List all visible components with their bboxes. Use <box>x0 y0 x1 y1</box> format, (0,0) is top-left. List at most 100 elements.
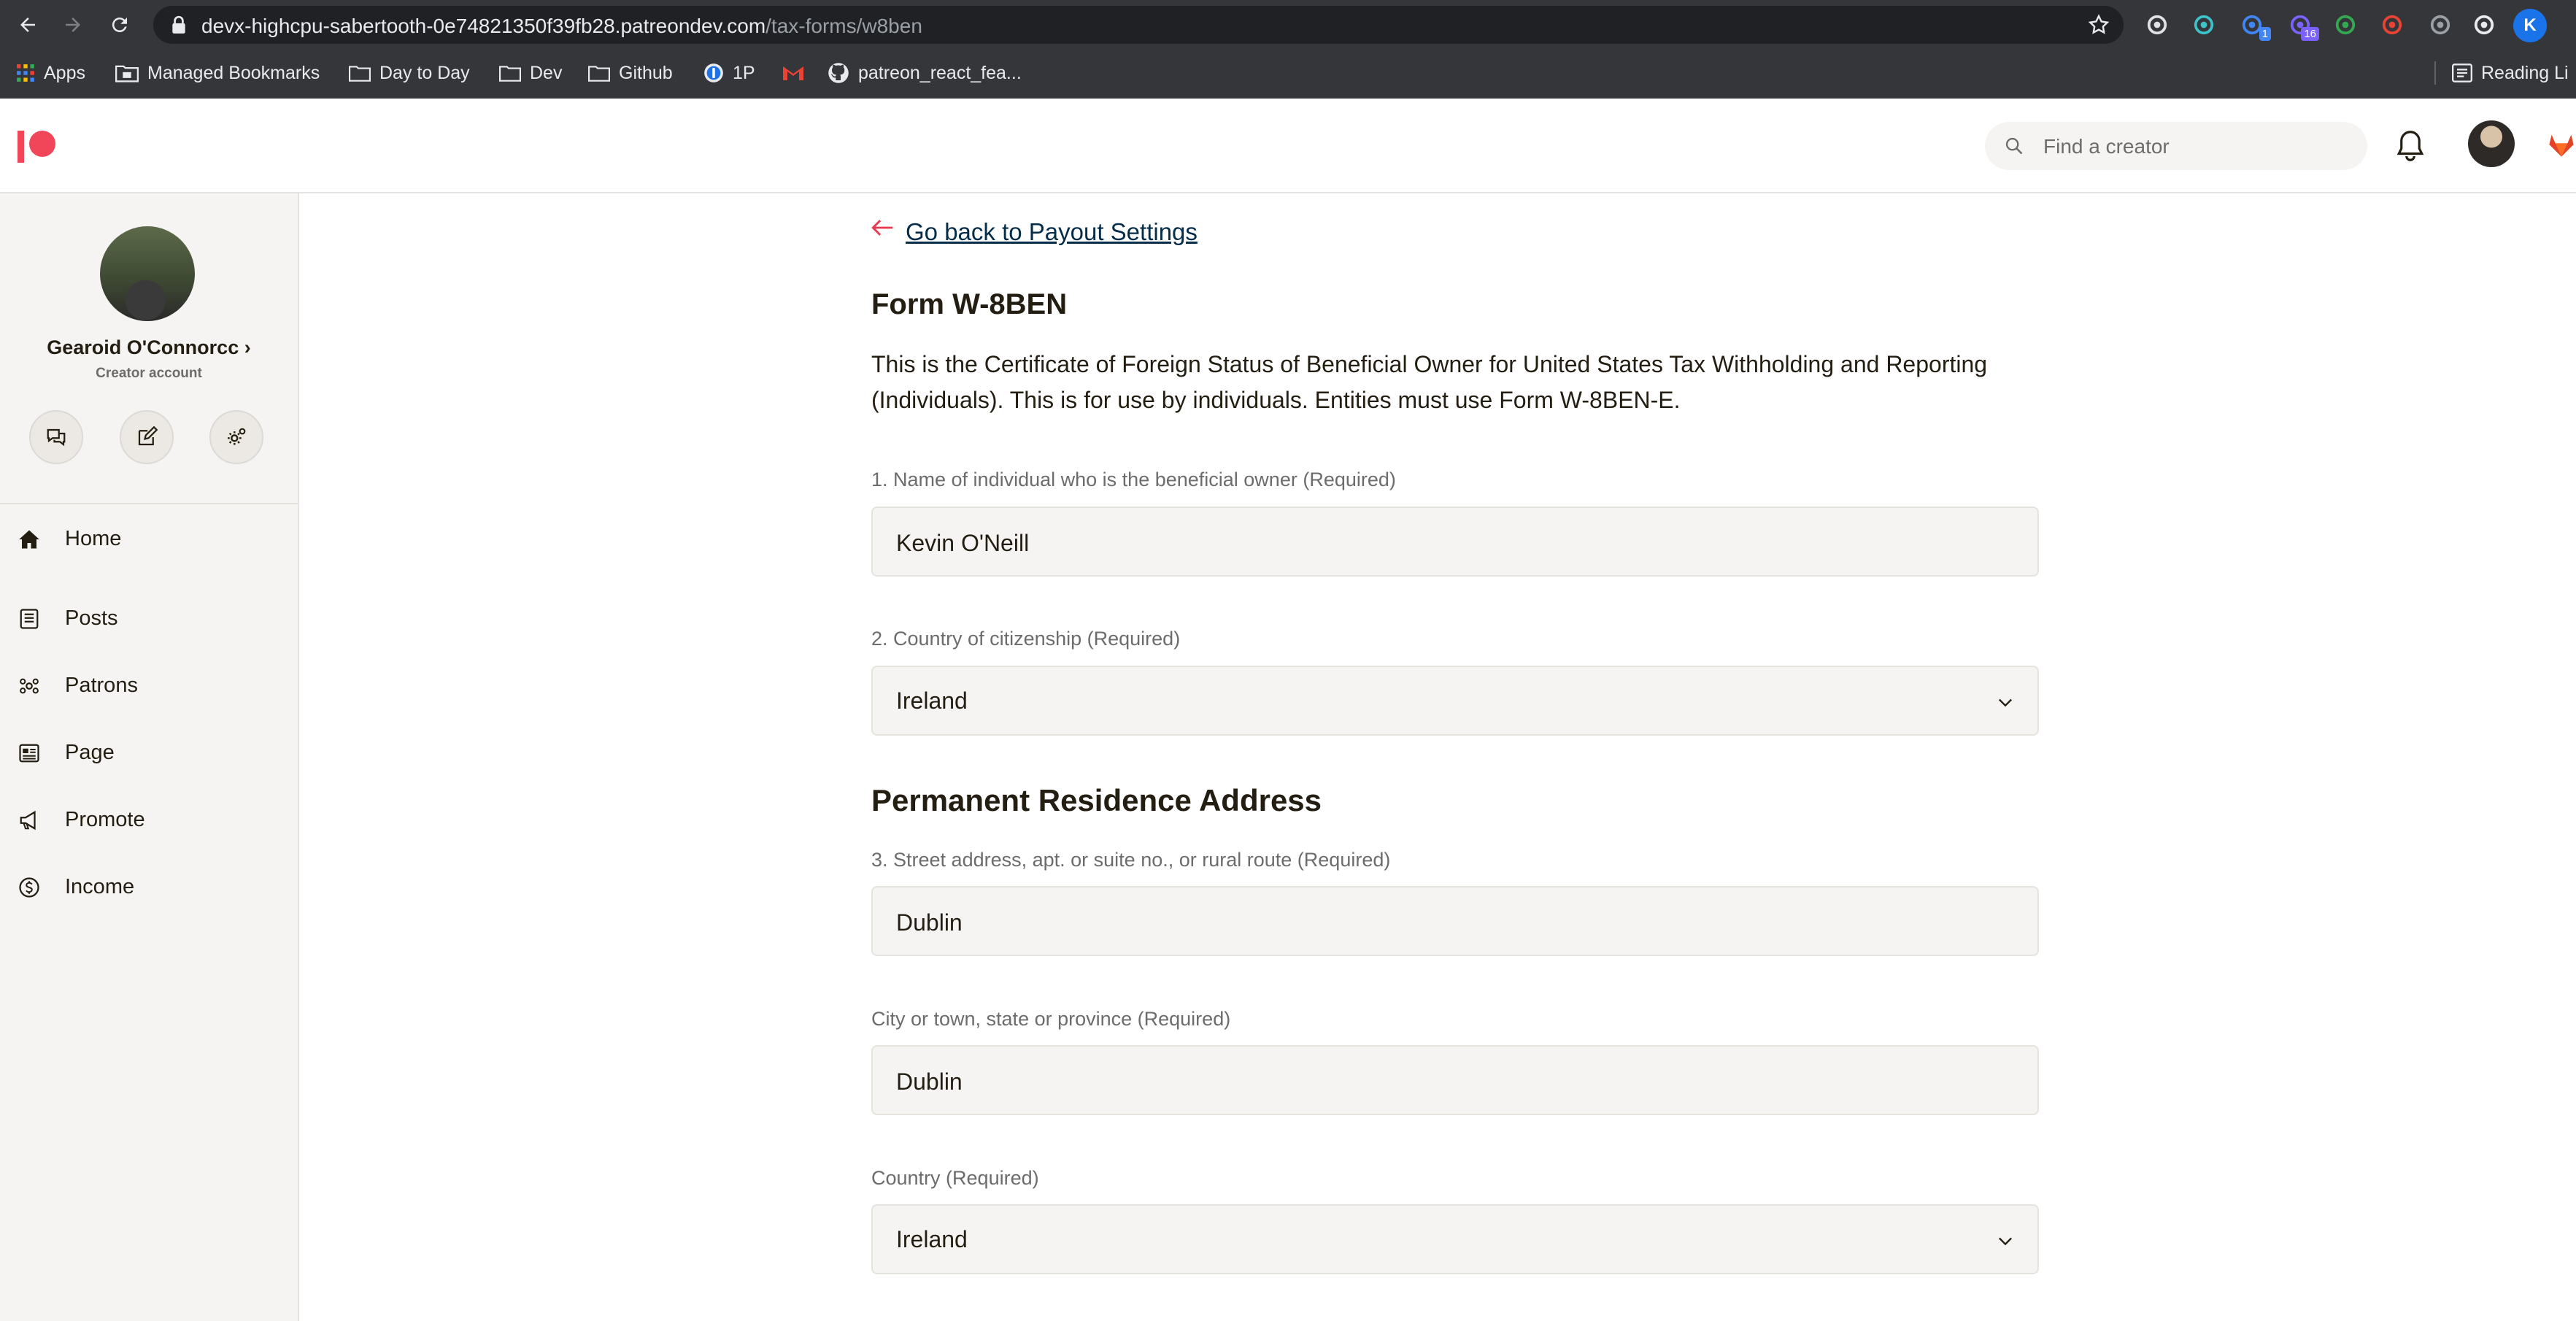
form-description: This is the Certificate of Foreign Statu… <box>871 351 1988 413</box>
bookmark-apps[interactable]: Apps <box>16 58 85 88</box>
folder-icon <box>588 66 610 82</box>
sidebar-item-promote[interactable]: Promote <box>0 791 296 850</box>
arrow-left-icon[interactable] <box>870 217 895 239</box>
citizenship-value: Ireland <box>896 688 968 714</box>
patreon-logo[interactable] <box>18 131 55 163</box>
gmail-icon <box>783 66 803 80</box>
city-input[interactable] <box>896 1067 1976 1096</box>
creator-name-link[interactable]: Gearoid O'Connorcc › <box>0 336 298 359</box>
managed-folder-icon <box>115 65 139 82</box>
sidebar-item-label: Home <box>65 527 122 550</box>
reload-button[interactable] <box>99 6 140 44</box>
sidebar-item-income[interactable]: Income <box>0 858 296 917</box>
city-field[interactable] <box>871 1045 2039 1115</box>
sidebar-divider <box>0 503 298 504</box>
bookmark-star-icon[interactable] <box>2087 13 2110 36</box>
folder-icon <box>499 66 521 82</box>
bookmark-day-to-day[interactable]: Day to Day <box>349 58 470 88</box>
bookmarks-bar: Apps Managed Bookmarks Day to Day Dev Gi… <box>0 51 2576 95</box>
address-bar[interactable]: devx-highcpu-sabertooth-0e74821350f39fb2… <box>153 6 2124 44</box>
sidebar-item-label: Page <box>65 741 115 764</box>
sidebar-item-label: Posts <box>65 606 118 630</box>
citizenship-label: 2. Country of citizenship (Required) <box>871 628 1181 650</box>
bracket-extension-icon[interactable] <box>2424 9 2456 41</box>
user-avatar[interactable] <box>2468 120 2515 167</box>
back-to-payout-settings-link[interactable]: Go back to Payout Settings <box>906 218 1198 246</box>
sidebar-item-label: Income <box>65 875 135 898</box>
bookmark-patreon-react[interactable]: patreon_react_fea... <box>828 58 1022 88</box>
megaphone-icon <box>18 809 41 832</box>
name-input[interactable] <box>896 528 1976 558</box>
gitlab-fox-icon[interactable] <box>2547 128 2576 161</box>
extension-badge: 1 <box>2259 27 2271 41</box>
city-label: City or town, state or province (Require… <box>871 1008 1231 1030</box>
residence-heading: Permanent Residence Address <box>871 783 1322 817</box>
extension-badge: 16 <box>2301 27 2319 41</box>
puzzle-icon[interactable] <box>2468 9 2500 41</box>
chevron-right-icon: › <box>244 336 251 358</box>
sidebar-item-home[interactable]: Home <box>0 510 296 569</box>
bookmark-1p[interactable]: 1P <box>703 58 755 88</box>
refresh-extension-icon[interactable] <box>2141 9 2173 41</box>
street-field[interactable] <box>871 886 2039 956</box>
url-text[interactable]: devx-highcpu-sabertooth-0e74821350f39fb2… <box>201 15 922 38</box>
messages-button[interactable] <box>29 410 83 464</box>
bookmark-gmail[interactable] <box>782 58 804 88</box>
forward-nav-button[interactable] <box>53 6 93 44</box>
bookmark-label: 1P <box>733 62 755 83</box>
chevron-down-icon <box>1999 1237 2012 1246</box>
tax-form-main: Go back to Payout Settings Form W-8BEN T… <box>299 193 2576 1321</box>
logo-dot <box>29 131 55 157</box>
citizenship-select[interactable]: Ireland <box>871 666 2039 736</box>
country-label: Country (Required) <box>871 1167 1039 1189</box>
profile-avatar-button[interactable]: K <box>2513 9 2547 42</box>
settings-button[interactable] <box>209 410 263 464</box>
sidebar-item-page[interactable]: Page <box>0 724 296 782</box>
account-type: Creator account <box>96 366 202 381</box>
back-nav-button[interactable] <box>7 6 48 44</box>
bookmark-label: patreon_react_fea... <box>858 62 1022 83</box>
home-icon <box>18 528 41 551</box>
edit-button[interactable] <box>120 410 174 464</box>
bookmarks-separator <box>2434 61 2436 85</box>
lock-icon <box>172 15 185 34</box>
street-input[interactable] <box>896 908 1976 937</box>
search-icon <box>2005 137 2023 155</box>
bookmark-managed[interactable]: Managed Bookmarks <box>115 58 320 88</box>
creator-avatar[interactable] <box>100 226 195 321</box>
notifications-bell-icon[interactable] <box>2395 129 2426 163</box>
reload-icon <box>112 18 127 33</box>
sidebar-item-posts[interactable]: Posts <box>0 590 296 648</box>
reading-list-icon <box>2452 63 2472 82</box>
bookmark-github-folder[interactable]: Github <box>588 58 673 88</box>
blue-extension-icon[interactable]: 1 <box>2236 9 2271 41</box>
country-value: Ireland <box>896 1226 968 1252</box>
green-ring-extension-icon[interactable] <box>2329 9 2361 41</box>
browser-chrome: devx-highcpu-sabertooth-0e74821350f39fb2… <box>0 0 2576 99</box>
folder-icon <box>349 66 371 82</box>
bookmark-label: Managed Bookmarks <box>147 62 320 83</box>
bookmark-dev[interactable]: Dev <box>499 58 562 88</box>
name-field[interactable] <box>871 507 2039 577</box>
reading-list-button[interactable]: Reading Li <box>2452 58 2569 88</box>
github-icon <box>828 63 849 83</box>
country-select[interactable]: Ireland <box>871 1204 2039 1274</box>
street-label: 3. Street address, apt. or suite no., or… <box>871 849 1391 871</box>
patrons-icon <box>18 674 41 698</box>
arrow-right-icon <box>66 18 80 32</box>
page-title: Form W-8BEN <box>871 288 1068 320</box>
cube-extension-icon[interactable] <box>2188 9 2220 41</box>
logo-bar <box>18 131 24 163</box>
purple-extension-icon[interactable]: 16 <box>2284 9 2319 41</box>
bookmark-label: Dev <box>530 62 563 83</box>
page-icon <box>18 742 41 765</box>
creator-search[interactable] <box>1985 122 2367 170</box>
sidebar-item-patrons[interactable]: Patrons <box>0 657 296 715</box>
reading-list-label: Reading Li <box>2481 62 2569 83</box>
posts-icon <box>18 607 41 631</box>
red-extension-icon[interactable] <box>2376 9 2408 41</box>
edit-icon <box>138 426 158 446</box>
url-host: devx-highcpu-sabertooth-0e74821350f39fb2… <box>201 15 766 37</box>
search-input[interactable] <box>2042 132 2351 161</box>
name-label: 1. Name of individual who is the benefic… <box>871 469 1396 490</box>
